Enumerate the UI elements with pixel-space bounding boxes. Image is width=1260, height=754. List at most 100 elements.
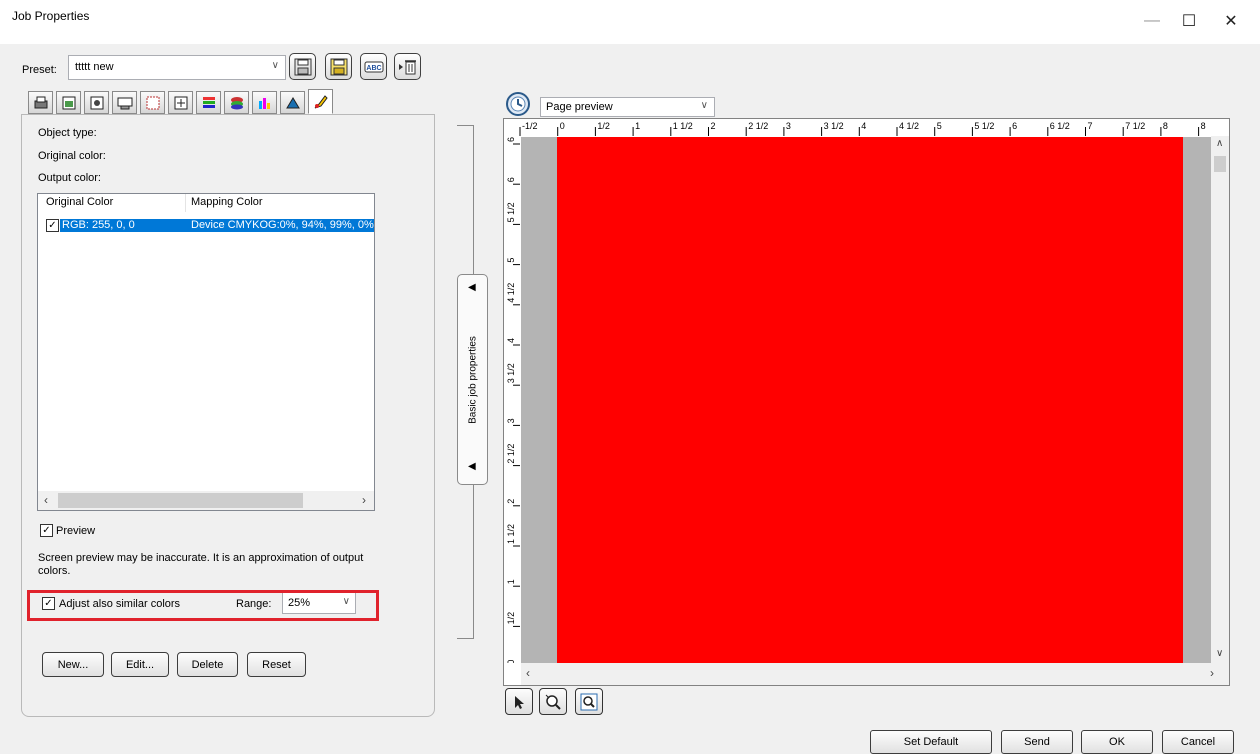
scroll-left-icon[interactable]: ‹ (44, 493, 48, 507)
scroll-up-icon[interactable]: ∧ (1216, 138, 1223, 149)
grid-icon (146, 96, 159, 109)
ink-bars-icon (258, 97, 270, 109)
ruler-tick-label: 6 1/2 (1050, 121, 1070, 131)
scroll-thumb[interactable] (1214, 156, 1226, 172)
pointer-tool-button[interactable] (505, 688, 533, 715)
preview-mode-value: Page preview (546, 101, 613, 113)
tab-color-replace[interactable] (308, 89, 333, 114)
scroll-thumb[interactable] (58, 493, 303, 508)
ruler-tick-label: 3 1/2 (506, 363, 516, 383)
ruler-tick-label: 0 (506, 660, 516, 663)
minimize-button[interactable]: — (1137, 8, 1167, 34)
stack-icon (230, 96, 243, 109)
ruler-tick-label: 5 (937, 121, 942, 131)
rename-preset-button[interactable]: ABC (360, 53, 387, 80)
maximize-button[interactable]: ☐ (1174, 8, 1204, 34)
save-as-preset-button[interactable] (325, 53, 352, 80)
tab-stack[interactable] (224, 91, 249, 114)
vertical-ruler: 6 6 5 1/2 5 4 1/2 4 3 1/2 3 2 1/2 2 1 1/2 1 1/2 0 (504, 136, 520, 663)
color-mapping-list[interactable] (37, 193, 375, 511)
preview-note: Screen preview may be inaccurate. It is … (38, 552, 364, 577)
preview-horizontal-scrollbar[interactable] (521, 663, 1229, 685)
tab-layout[interactable] (56, 91, 81, 114)
tab-ink-bars[interactable] (252, 91, 277, 114)
scroll-right-icon[interactable]: › (362, 493, 366, 507)
ruler-tick-label: 3 1/2 (824, 121, 844, 131)
zoom-fit-button[interactable] (575, 688, 603, 715)
color-replace-icon (314, 94, 328, 108)
delete-button[interactable]: Delete (177, 652, 238, 677)
ruler-tick-label: 6 (506, 177, 516, 182)
ruler-tick-label: 1 (635, 121, 640, 131)
preview-checkbox[interactable]: ✓ (40, 524, 53, 537)
shape-icon (285, 96, 300, 108)
svg-text:ABC: ABC (366, 65, 381, 72)
delete-preset-icon (398, 59, 416, 74)
set-default-button[interactable]: Set Default (870, 730, 992, 754)
strip-bracket-top (457, 125, 473, 126)
print-settings-icon (34, 96, 47, 108)
rename-abc-icon: ABC (364, 61, 383, 72)
ruler-tick-label: 8 (1163, 121, 1168, 131)
ruler-tick-label: 1/2 (597, 121, 610, 131)
zoom-tool-button[interactable] (539, 688, 567, 715)
title-bar (0, 0, 1260, 44)
ruler-tick-label: 3 (506, 418, 516, 423)
position-icon (174, 96, 187, 109)
column-header-original[interactable]: Original Color (46, 196, 113, 208)
edit-button[interactable]: Edit... (111, 652, 169, 677)
tab-color-bars[interactable] (196, 91, 221, 114)
tab-grid[interactable] (140, 91, 165, 114)
preview-vertical-scrollbar[interactable] (1211, 136, 1229, 663)
ok-button[interactable]: OK (1081, 730, 1153, 754)
tab-printer[interactable] (112, 91, 137, 114)
column-header-mapping[interactable]: Mapping Color (191, 196, 263, 208)
row-original-color: RGB: 255, 0, 0 (62, 219, 135, 231)
layout-icon (62, 96, 75, 109)
column-divider (185, 194, 186, 212)
delete-preset-button[interactable] (394, 53, 421, 80)
preset-select[interactable]: ttttt new ∨ (68, 55, 286, 80)
ruler-tick-label: 7 1/2 (1125, 121, 1145, 131)
scroll-right-icon[interactable]: › (1210, 666, 1214, 680)
highlight-box (27, 590, 379, 621)
row-checkbox[interactable]: ✓ (46, 219, 59, 232)
refresh-preview-icon[interactable] (505, 91, 531, 117)
tab-shape[interactable] (280, 91, 305, 114)
new-button[interactable]: New... (42, 652, 104, 677)
tab-print-settings[interactable] (28, 91, 53, 114)
zoom-icon (545, 694, 561, 710)
scroll-down-icon[interactable]: ∨ (1216, 648, 1223, 659)
scroll-left-icon[interactable]: ‹ (526, 666, 530, 680)
chevron-down-icon: ∨ (700, 100, 708, 111)
collapse-left-icon[interactable]: ◀ (468, 282, 476, 293)
save-as-icon (330, 58, 347, 75)
collapse-left-icon[interactable]: ◀ (468, 461, 476, 472)
ruler-tick-label: 4 (861, 121, 866, 131)
send-button[interactable]: Send (1001, 730, 1073, 754)
preview-mode-select[interactable]: Page preview ∨ (540, 97, 715, 117)
tab-color[interactable] (84, 91, 109, 114)
ruler-tick-label: 2 1/2 (506, 444, 516, 464)
page-preview (557, 137, 1183, 663)
ruler-tick-label: 4 1/2 (899, 121, 919, 131)
basic-job-properties-label: Basic job properties (467, 336, 479, 424)
reset-button[interactable]: Reset (247, 652, 306, 677)
ruler-tick-label: 2 (711, 121, 716, 131)
pointer-icon (515, 695, 524, 709)
left-margin (521, 137, 557, 663)
close-button[interactable]: ✕ (1216, 8, 1246, 34)
zoom-fit-icon (580, 693, 598, 710)
ruler-tick-label: 0 (560, 121, 565, 131)
color-bars-icon (202, 96, 215, 108)
ruler-tick-label: 8 (1201, 121, 1206, 131)
cancel-button[interactable]: Cancel (1162, 730, 1234, 754)
window-title: Job Properties (12, 9, 90, 23)
chevron-down-icon: ∨ (271, 60, 279, 71)
printer-icon (117, 97, 132, 109)
preset-value: ttttt new (75, 61, 114, 73)
ruler-tick-label: 4 (506, 338, 516, 343)
tab-position[interactable] (168, 91, 193, 114)
ruler-tick-label: 2 1/2 (748, 121, 768, 131)
save-preset-button[interactable] (289, 53, 316, 80)
